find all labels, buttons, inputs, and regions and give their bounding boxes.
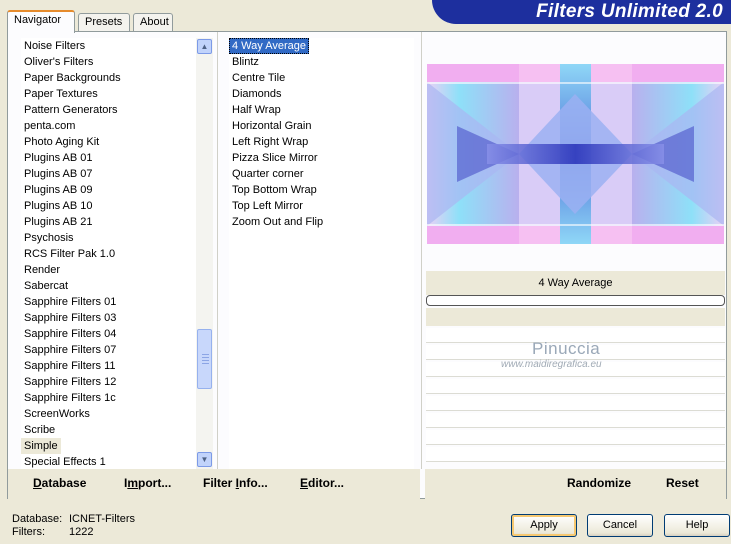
import-button[interactable]: Import... [124,476,171,490]
progress-bar [426,295,725,306]
category-item[interactable]: Psychosis [21,230,196,246]
filter-item[interactable]: Diamonds [229,86,414,102]
bottom-toolbar-right: Randomize Reset [425,469,726,499]
category-item[interactable]: RCS Filter Pak 1.0 [21,246,196,262]
category-item[interactable]: Special Effects 1 [21,454,196,469]
slider-slot [426,379,725,394]
category-item[interactable]: Pattern Generators [21,102,196,118]
slider-slot [426,430,725,445]
selected-filter-name: 4 Way Average [426,271,725,295]
category-item[interactable]: Sapphire Filters 04 [21,326,196,342]
filters-label: Filters: [12,526,45,538]
database-button[interactable]: Database [33,476,86,490]
category-item[interactable]: Plugins AB 07 [21,166,196,182]
filter-item[interactable]: 4 Way Average [229,38,309,54]
title-banner: Filters Unlimited 2.0 [432,0,731,24]
apply-button[interactable]: Apply [511,514,577,537]
filter-item[interactable]: Blintz [229,54,414,70]
category-item[interactable]: Plugins AB 01 [21,150,196,166]
filter-item[interactable]: Centre Tile [229,70,414,86]
editor-button[interactable]: Editor... [300,476,344,490]
category-item[interactable]: Sabercat [21,278,196,294]
bottom-toolbar-left: Database Import... Filter Info... Editor… [8,469,420,499]
category-item[interactable]: Oliver's Filters [21,54,196,70]
database-value: ICNET-Filters [69,513,135,525]
filter-preview-image [427,64,724,244]
filter-info-button[interactable]: Filter Info... [203,476,268,490]
database-label: Database: [12,513,63,525]
category-item[interactable]: Noise Filters [21,38,196,54]
scroll-down-button[interactable]: ▼ [197,452,212,467]
watermark-name: Pinuccia [532,339,601,358]
filter-item[interactable]: Top Left Mirror [229,198,414,214]
help-button[interactable]: Help [664,514,730,537]
slider-slot [426,447,725,462]
filter-item[interactable]: Zoom Out and Flip [229,214,414,230]
preview-divider [421,32,422,469]
randomize-button[interactable]: Randomize [567,476,631,490]
category-item[interactable]: penta.com [21,118,196,134]
filter-item[interactable]: Pizza Slice Mirror [229,150,414,166]
category-item[interactable]: Simple [21,438,61,454]
category-item[interactable]: Paper Backgrounds [21,70,196,86]
category-item[interactable]: Sapphire Filters 03 [21,310,196,326]
watermark-url: www.maidiregrafica.eu [501,359,602,370]
category-item[interactable]: Render [21,262,196,278]
category-item[interactable]: Sapphire Filters 07 [21,342,196,358]
cancel-button[interactable]: Cancel [587,514,653,537]
status-info: Database: ICNET-Filters Filters: 1222 [12,513,135,539]
category-item[interactable]: Paper Textures [21,86,196,102]
category-item[interactable]: Photo Aging Kit [21,134,196,150]
filter-item[interactable]: Half Wrap [229,102,414,118]
reset-button[interactable]: Reset [666,476,699,490]
category-list[interactable]: Noise Filters Oliver's Filters Paper Backg… [21,38,196,469]
category-item[interactable]: Sapphire Filters 11 [21,358,196,374]
slider-slot [426,396,725,411]
tab-about[interactable]: About [133,13,173,32]
list-divider [217,32,218,469]
category-item[interactable]: Scribe [21,422,196,438]
category-scrollbar[interactable]: ▲ ▼ [196,38,213,469]
category-item[interactable]: Sapphire Filters 12 [21,374,196,390]
category-item[interactable]: Sapphire Filters 1c [21,390,196,406]
scroll-up-button[interactable]: ▲ [197,39,212,54]
filter-list[interactable]: 4 Way Average Blintz Centre Tile Diamonds Ha… [229,38,414,469]
banner-title: Filters Unlimited 2.0 [536,1,723,22]
filters-count: 1222 [69,526,94,538]
filter-item[interactable]: Horizontal Grain [229,118,414,134]
scroll-thumb[interactable] [197,329,212,389]
arrow-up-icon: ▲ [200,42,209,51]
category-item[interactable]: Plugins AB 10 [21,198,196,214]
control-header [426,308,725,326]
category-item[interactable]: Plugins AB 21 [21,214,196,230]
category-item[interactable]: Plugins AB 09 [21,182,196,198]
category-item[interactable]: Sapphire Filters 01 [21,294,196,310]
slider-slot [426,413,725,428]
filter-item[interactable]: Left Right Wrap [229,134,414,150]
arrow-down-icon: ▼ [200,455,209,464]
tab-presets[interactable]: Presets [78,13,130,32]
tab-navigator[interactable]: Navigator [7,10,75,33]
category-item[interactable]: ScreenWorks [21,406,196,422]
filter-item[interactable]: Quarter corner [229,166,414,182]
filter-item[interactable]: Top Bottom Wrap [229,182,414,198]
